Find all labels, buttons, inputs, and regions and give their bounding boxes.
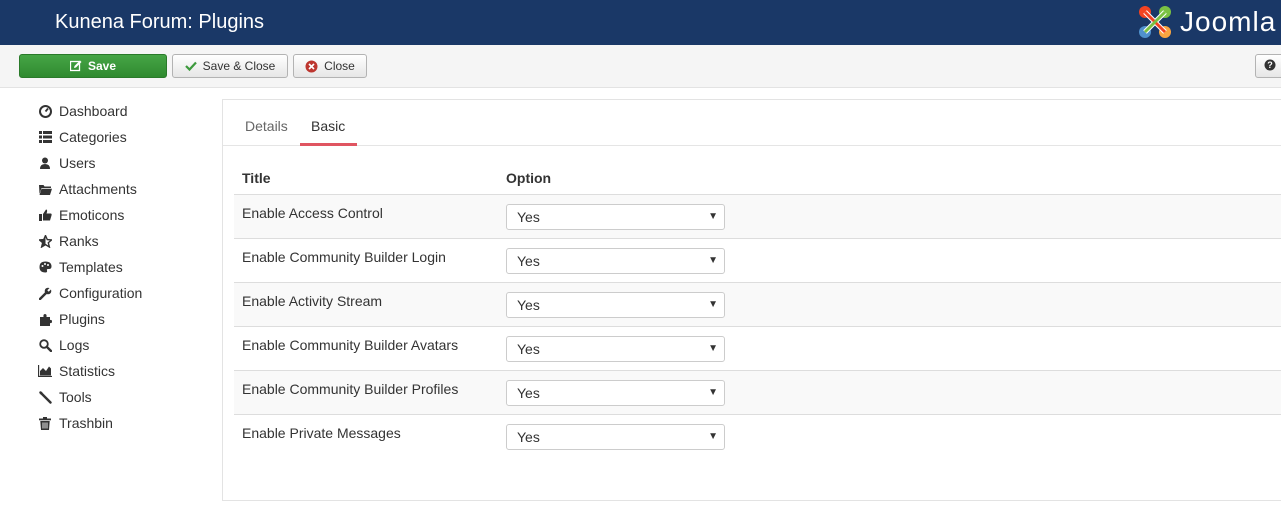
sidebar-item-label: Emoticons (59, 207, 125, 223)
cb-login-select[interactable]: Yes ▼ (506, 248, 725, 274)
sidebar-item-users[interactable]: Users (38, 153, 96, 173)
star-icon (38, 234, 52, 248)
sidebar: Dashboard Categories Users Attachments E… (0, 88, 220, 529)
joomla-logo[interactable]: Joomla (1136, 3, 1276, 41)
sidebar-item-emoticons[interactable]: Emoticons (38, 205, 124, 225)
select-value: Yes (517, 253, 540, 269)
sidebar-item-label: Ranks (59, 233, 99, 249)
column-header-option: Option (506, 170, 552, 186)
close-button-label: Close (324, 59, 355, 73)
sidebar-item-label: Tools (59, 389, 92, 405)
select-value: Yes (517, 209, 540, 225)
table-row: Enable Private Messages Yes ▼ (234, 415, 1281, 459)
select-value: Yes (517, 429, 540, 445)
active-tab-indicator (300, 143, 357, 146)
row-title: Enable Private Messages (242, 425, 401, 441)
help-button[interactable]: ? (1255, 54, 1281, 78)
cb-profiles-select[interactable]: Yes ▼ (506, 380, 725, 406)
activity-stream-select[interactable]: Yes ▼ (506, 292, 725, 318)
app-header: Kunena Forum: Plugins Joomla (0, 0, 1281, 45)
sidebar-item-label: Plugins (59, 311, 105, 327)
row-title: Enable Community Builder Avatars (242, 337, 459, 353)
sidebar-item-dashboard[interactable]: Dashboard (38, 101, 128, 121)
select-value: Yes (517, 385, 540, 401)
svg-text:?: ? (1267, 60, 1273, 70)
caret-down-icon: ▼ (708, 211, 718, 222)
table-header: Title Option (234, 160, 1281, 195)
list-icon (38, 130, 52, 144)
sidebar-item-label: Categories (59, 129, 127, 145)
puzzle-icon (38, 312, 52, 326)
caret-down-icon: ▼ (708, 387, 718, 398)
select-value: Yes (517, 297, 540, 313)
caret-down-icon: ▼ (708, 299, 718, 310)
thumbs-up-icon (38, 208, 52, 222)
page-title: Kunena Forum: Plugins (55, 11, 265, 33)
table-row: Enable Community Builder Avatars Yes ▼ (234, 327, 1281, 371)
caret-down-icon: ▼ (708, 255, 718, 266)
cb-avatars-select[interactable]: Yes ▼ (506, 336, 725, 362)
sidebar-item-plugins[interactable]: Plugins (38, 309, 105, 329)
tab-details[interactable]: Details (245, 118, 288, 134)
sidebar-item-trashbin[interactable]: Trashbin (38, 413, 113, 433)
wrench-icon (38, 286, 52, 300)
sidebar-item-label: Templates (59, 259, 123, 275)
save-button[interactable]: Save (19, 54, 167, 78)
sidebar-item-logs[interactable]: Logs (38, 335, 89, 355)
close-button[interactable]: Close (293, 54, 367, 78)
table-row: Enable Activity Stream Yes ▼ (234, 283, 1281, 327)
tools-icon (38, 390, 52, 404)
folder-icon (38, 182, 52, 196)
palette-icon (38, 260, 52, 274)
search-icon (38, 338, 52, 352)
chart-icon (38, 364, 52, 378)
table-row: Enable Access Control Yes ▼ (234, 195, 1281, 239)
sidebar-item-statistics[interactable]: Statistics (38, 361, 115, 381)
joomla-logo-icon (1139, 6, 1171, 38)
sidebar-item-label: Logs (59, 337, 90, 353)
row-title: Enable Activity Stream (242, 293, 383, 309)
tab-basic[interactable]: Basic (311, 118, 345, 134)
toolbar: Save Save & Close Close ? (0, 45, 1281, 88)
trash-icon (38, 416, 52, 430)
sidebar-item-label: Users (59, 155, 96, 171)
sidebar-item-label: Configuration (59, 285, 143, 301)
edit-icon (69, 60, 82, 72)
sidebar-item-label: Trashbin (59, 415, 113, 431)
sidebar-item-templates[interactable]: Templates (38, 257, 123, 277)
private-messages-select[interactable]: Yes ▼ (506, 424, 725, 450)
select-value: Yes (517, 341, 540, 357)
question-icon: ? (1264, 59, 1276, 74)
row-title: Enable Community Builder Profiles (242, 381, 459, 397)
sidebar-item-label: Attachments (59, 181, 137, 197)
sidebar-item-tools[interactable]: Tools (38, 387, 92, 407)
save-close-button[interactable]: Save & Close (172, 54, 288, 78)
sidebar-item-label: Statistics (59, 363, 116, 379)
close-circle-icon (305, 60, 318, 73)
main-panel: Details Basic Title Option Enable Access… (222, 99, 1281, 501)
tab-bar: Details Basic (223, 100, 1281, 146)
table-row: Enable Community Builder Profiles Yes ▼ (234, 371, 1281, 415)
sidebar-item-categories[interactable]: Categories (38, 127, 127, 147)
save-close-button-label: Save & Close (202, 59, 276, 73)
row-title: Enable Access Control (242, 205, 383, 221)
caret-down-icon: ▼ (708, 431, 718, 442)
access-control-select[interactable]: Yes ▼ (506, 204, 725, 230)
table-row: Enable Community Builder Login Yes ▼ (234, 239, 1281, 283)
checkmark-icon (184, 60, 197, 72)
save-button-label: Save (87, 59, 117, 73)
caret-down-icon: ▼ (708, 343, 718, 354)
sidebar-item-attachments[interactable]: Attachments (38, 179, 137, 199)
dashboard-icon (38, 104, 52, 118)
row-title: Enable Community Builder Login (242, 249, 446, 265)
sidebar-item-configuration[interactable]: Configuration (38, 283, 142, 303)
sidebar-item-label: Dashboard (59, 103, 128, 119)
column-header-title: Title (242, 170, 271, 186)
logo-text: Joomla (1180, 6, 1277, 37)
sidebar-item-ranks[interactable]: Ranks (38, 231, 99, 251)
user-icon (38, 156, 52, 170)
